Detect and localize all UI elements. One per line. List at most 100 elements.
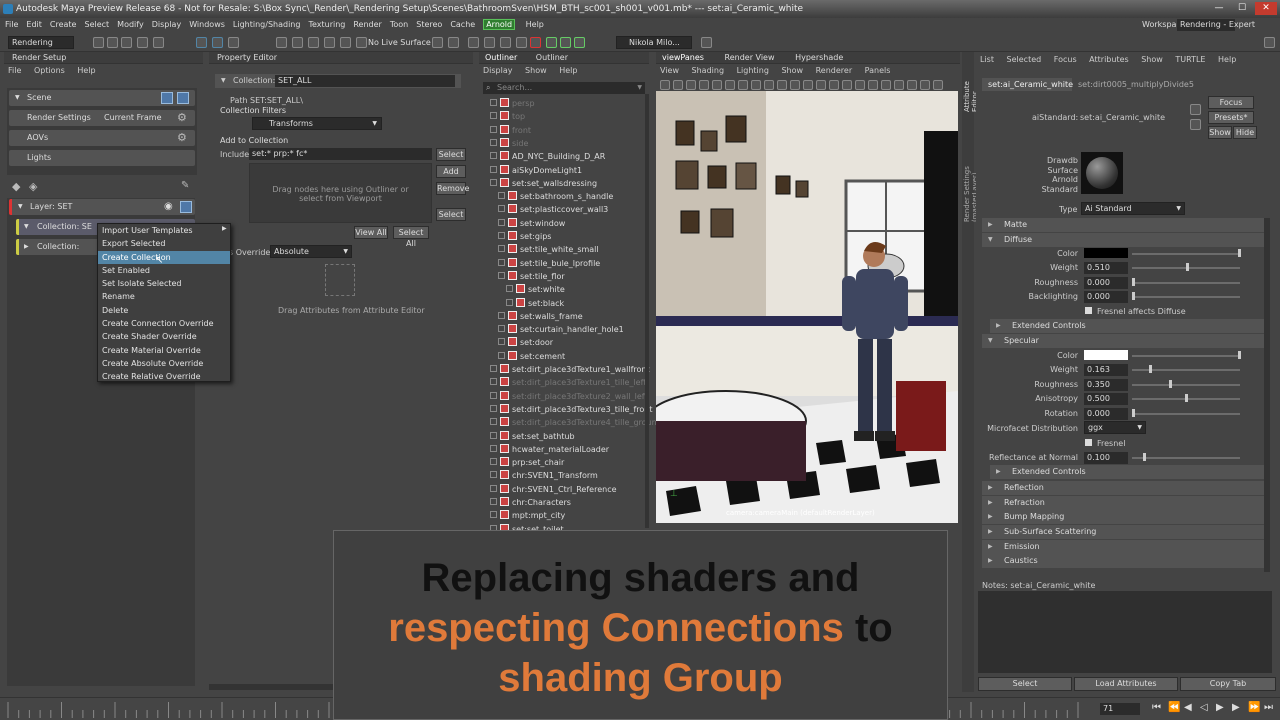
outliner-tab-1[interactable]: Outliner [485,53,517,62]
ctx-set-isolate-selected[interactable]: Set Isolate Selected [98,277,230,290]
expand-icon[interactable] [490,365,497,372]
vp-menu-view[interactable]: View [660,66,679,75]
menu-toon[interactable]: Toon [390,20,408,29]
select-tool-icon[interactable] [196,37,207,48]
viewport-3d[interactable]: camera:cameraMain (defaultRenderLayer) ⊥ [656,91,958,523]
undo-icon[interactable] [137,37,148,48]
scene-row[interactable]: ▼ Scene [9,90,195,106]
viewport-tool-icon[interactable] [894,80,904,90]
filter-select[interactable]: Transforms ▼ [252,117,382,130]
paint-select-icon[interactable] [228,37,239,48]
expand-icon[interactable] [490,404,497,412]
ae-menu-selected[interactable]: Selected [1007,55,1042,64]
viewport-tool-icon[interactable] [660,80,670,90]
node-name-field[interactable]: set:ai_Ceramic_white [1080,113,1165,122]
add-button[interactable]: Add [436,165,466,178]
outliner-search-input[interactable]: ⌕ Search... ▼ [483,82,645,94]
expand-icon[interactable] [498,338,505,346]
outliner-item[interactable]: set:tile_white_small [498,243,599,256]
outliner-item[interactable]: persp [490,97,535,110]
ctx-export-selected[interactable]: Export Selected [98,237,230,250]
aovs-row[interactable]: AOVs ⚙ [9,130,195,146]
viewport-tool-icon[interactable] [777,80,787,90]
backlighting-knob[interactable] [1132,292,1135,300]
close-button[interactable]: ✕ [1255,2,1277,15]
ctx-create-relative-override[interactable]: Create Relative Override [98,370,230,383]
expand-icon[interactable] [498,258,505,266]
section-reflection[interactable]: Reflection [982,481,1264,495]
spec-weight-knob[interactable] [1149,365,1153,373]
import-layer-icon[interactable]: ◈ [29,180,37,193]
step-back-frame-icon[interactable]: ◀ [1184,702,1192,713]
expand-icon[interactable] [498,245,505,253]
ae-menu-help[interactable]: Help [1218,55,1236,64]
ae-select-button[interactable]: Select [978,677,1072,691]
outliner-item[interactable]: set:set_bathtub [490,430,575,443]
rotation-slider[interactable] [1132,413,1240,415]
expand-icon[interactable] [490,444,497,452]
diffuse-roughness-field[interactable]: 0.000 [1084,277,1128,289]
save-scene-icon[interactable] [121,37,132,48]
vp-menu-renderer[interactable]: Renderer [816,66,853,75]
snap-grid-icon[interactable] [276,37,287,48]
viewport-tool-icon[interactable] [907,80,917,90]
menu-cache[interactable]: Cache [450,20,475,29]
viewport-tool-icon[interactable] [725,80,735,90]
expand-icon[interactable] [490,471,497,479]
vp-menu-show[interactable]: Show [781,66,803,75]
snap-surface-icon[interactable] [340,37,351,48]
expand-icon[interactable] [506,298,513,306]
expand-icon[interactable] [490,378,497,386]
ae-menu-show[interactable]: Show [1141,55,1163,64]
reflectance-normal-field[interactable]: 0.100 [1084,452,1128,464]
viewport-tool-icon[interactable] [686,80,696,90]
spec-roughness-knob[interactable] [1169,380,1173,388]
collection-header[interactable]: ▼ Collection: SET_ALL [215,74,461,88]
layer-row[interactable]: ▼ Layer: SET ◉ [9,199,195,215]
section-specular[interactable]: Specular [982,334,1264,348]
expand-icon[interactable] [490,511,497,519]
redo-icon[interactable] [153,37,164,48]
ae-menu-attributes[interactable]: Attributes [1089,55,1129,64]
user-account-select[interactable]: Nikola Milo... [616,36,692,49]
collection-members-box[interactable]: Drag nodes here using Outliner or select… [249,163,432,223]
menu-display[interactable]: Display [152,20,182,29]
spec-roughness-slider[interactable] [1132,384,1240,386]
collection-collapse-icon[interactable]: ▼ [221,77,226,84]
spec-color-slider[interactable] [1132,355,1240,357]
outliner-item[interactable]: set:white [506,283,565,296]
toggle-panel-icon[interactable] [560,37,571,48]
diffuse-color-knob[interactable] [1238,249,1241,257]
outliner-scrollbar[interactable] [645,94,649,528]
select-all-button[interactable]: Select All [393,226,429,248]
ae-menu-list[interactable]: List [980,55,994,64]
fresnel-checkbox[interactable] [1085,439,1092,446]
render-settings-row[interactable]: Render Settings Current Frame ⚙ [9,110,195,126]
load-attributes-button[interactable]: Load Attributes [1074,677,1178,691]
ctx-rename[interactable]: Rename [98,290,230,303]
drag-attribute-icon[interactable] [325,264,355,296]
light-editor-icon[interactable] [546,37,557,48]
new-scene-icon[interactable] [93,37,104,48]
create-layer-icon[interactable]: ◆ [12,180,20,193]
viewport-tab-renderview[interactable]: Render View [725,53,775,62]
spec-roughness-field[interactable]: 0.350 [1084,379,1128,391]
expand-icon[interactable] [498,325,505,333]
step-forward-frame-icon[interactable]: ▶ [1232,702,1240,713]
magnet-icon[interactable] [356,37,367,48]
include-select-button[interactable]: Select [436,148,466,161]
outliner-item[interactable]: set:curtain_handler_hole1 [498,323,624,336]
rs-menu-help[interactable]: Help [77,66,95,75]
layer-expand-icon[interactable]: ▼ [18,199,23,215]
layer-visibility-icon[interactable]: ◉ [164,201,176,213]
rotation-knob[interactable] [1132,409,1135,417]
aovs-gear-icon[interactable]: ⚙ [177,130,187,146]
outliner-item[interactable]: top [490,110,525,123]
snap-curve-icon[interactable] [292,37,303,48]
section-matte[interactable]: Matte [982,218,1264,232]
viewport-tool-icon[interactable] [712,80,722,90]
expand-icon[interactable] [498,271,505,279]
ipr-render-icon[interactable] [484,37,495,48]
presets-button[interactable]: Presets* [1208,111,1254,124]
viewport-tool-icon[interactable] [881,80,891,90]
